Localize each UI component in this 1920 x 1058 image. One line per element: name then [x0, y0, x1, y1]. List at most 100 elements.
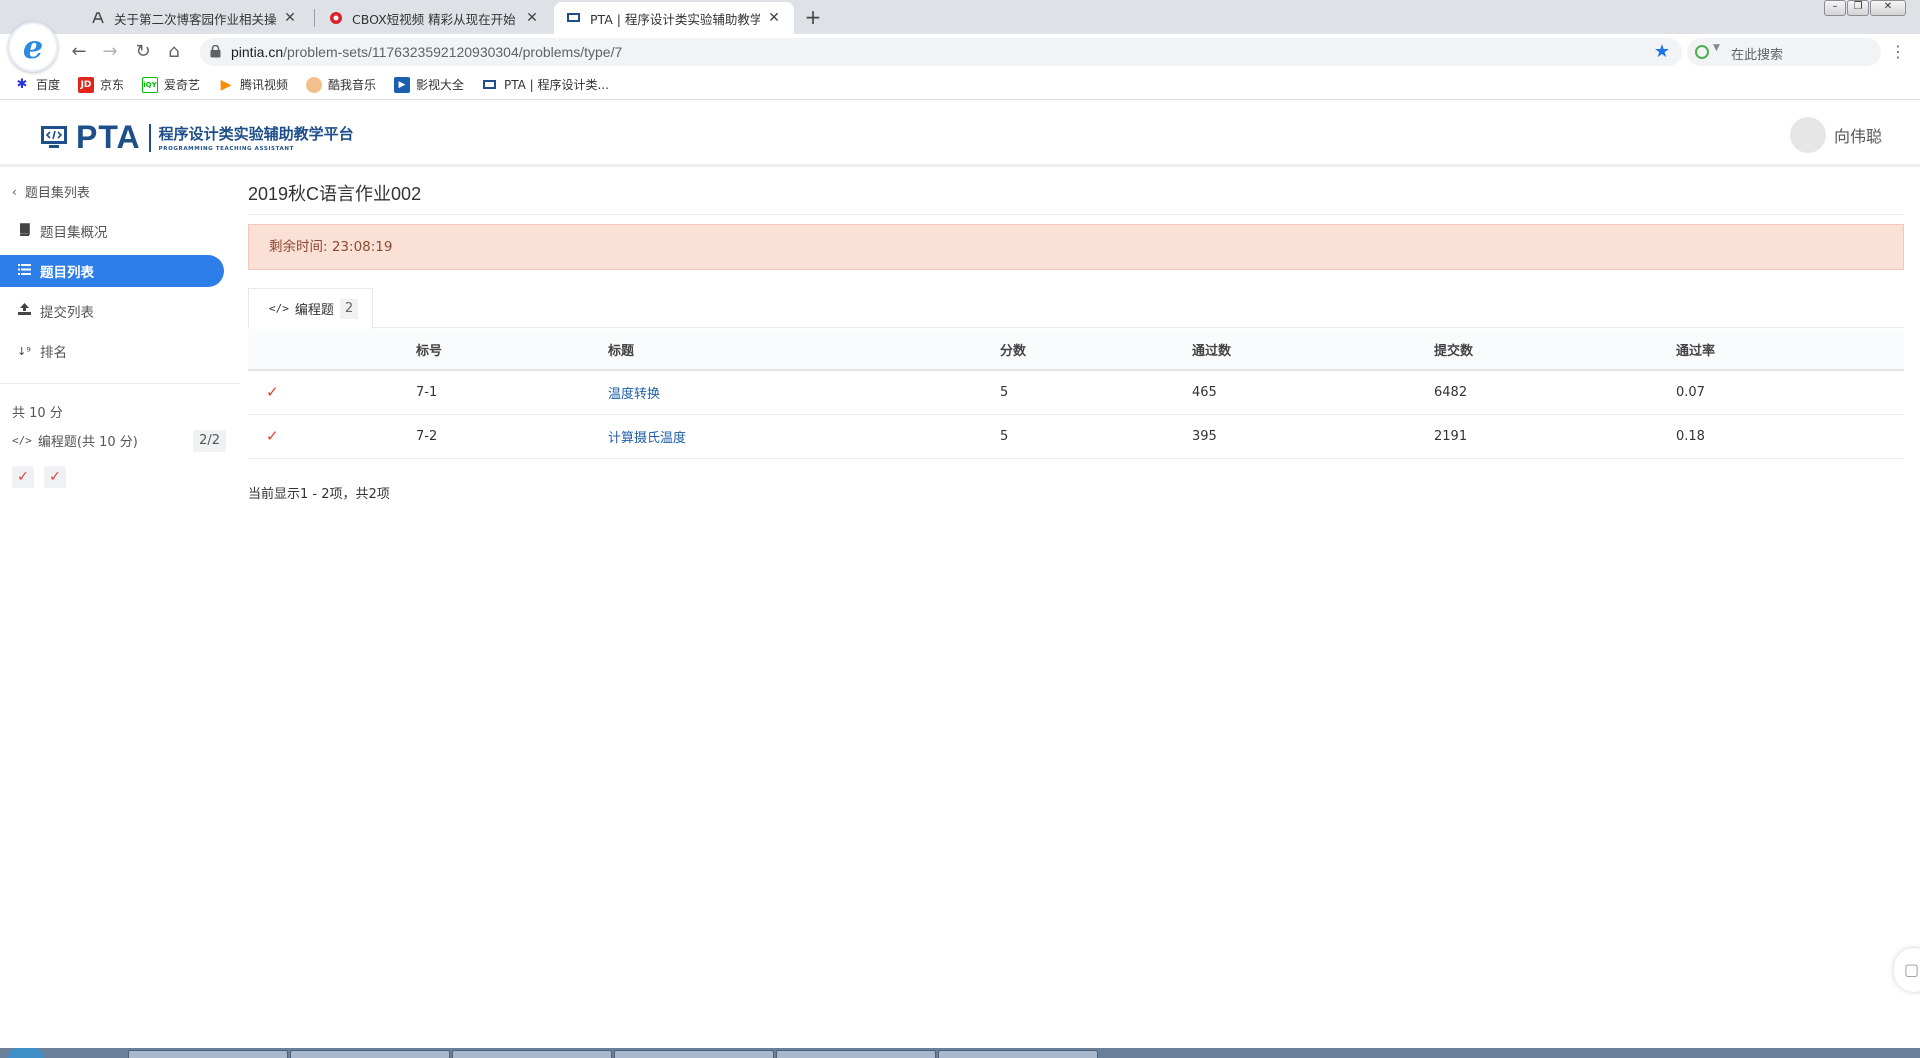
problem-status-7-2[interactable]: ✓	[44, 466, 66, 488]
table-header-row: 标号 标题 分数 通过数 提交数 通过率	[248, 329, 1904, 371]
list-icon	[16, 263, 32, 279]
sidebar-item-overview[interactable]: 题目集概况	[0, 215, 224, 247]
problem-id: 7-2	[416, 414, 608, 459]
tab-coding[interactable]: </> 编程题 2	[248, 288, 374, 329]
tab-close-icon[interactable]: ✕	[766, 10, 782, 26]
problem-type-tabs: </> 编程题 2	[248, 288, 1904, 329]
pta-logo[interactable]: PTA 程序设计类实验辅助教学平台 PROGRAMMING TEACHING A…	[40, 119, 354, 156]
bookmark-baidu[interactable]: ✱ 百度	[14, 76, 60, 93]
total-score: 共 10 分	[12, 406, 63, 421]
minimize-button[interactable]: –	[1824, 0, 1846, 16]
bookmark-kuwo[interactable]: 酷我音乐	[306, 76, 376, 93]
sidebar-item-label: 题目集概况	[40, 225, 108, 241]
tab-title: PTA | 程序设计类实验辅助教学平	[590, 11, 760, 27]
bookmark-tencent-video[interactable]: ▶ 腾讯视频	[218, 76, 288, 93]
close-window-button[interactable]: ✕	[1870, 0, 1906, 16]
url-path: /problem-sets/1176323592120930304/proble…	[283, 44, 623, 60]
avatar[interactable]	[1789, 117, 1826, 153]
search-box[interactable]: ▼ 在此搜索	[1687, 38, 1881, 66]
check-icon: ✓	[17, 469, 29, 485]
bookmark-star-icon[interactable]: ★	[1654, 41, 1670, 62]
problem-pass-rate: 0.07	[1676, 370, 1904, 415]
menu-icon[interactable]: ⋮	[1890, 42, 1906, 61]
problem-title-link[interactable]: 温度转换	[608, 387, 660, 402]
taskbar-button[interactable]	[290, 1050, 450, 1058]
browser-toolbar: ← → ↻ ⌂ pintia.cn/problem-sets/117632359…	[0, 34, 1920, 70]
problem-title-link[interactable]: 计算摄氏温度	[608, 431, 686, 446]
browser-tab-cbox[interactable]: CBOX短视频 精彩从现在开始 ✕	[316, 2, 552, 34]
check-icon: ✓	[49, 469, 61, 485]
sidebar-item-label: 提交列表	[40, 305, 94, 321]
table-row[interactable]: ✓ 7-1 温度转换 5 465 6482 0.07	[248, 370, 1904, 415]
tab-label: 编程题	[294, 303, 334, 318]
sidebar-item-submissions[interactable]: 提交列表	[0, 295, 224, 327]
chevron-down-icon[interactable]: ▼	[1713, 43, 1720, 53]
problem-passed: 395	[1192, 414, 1434, 459]
start-button[interactable]	[8, 1048, 44, 1058]
back-to-problem-sets-link[interactable]: ‹ 题目集列表	[12, 182, 90, 202]
taskbar-button[interactable]	[938, 1050, 1098, 1058]
sidebar: ‹ 题目集列表 题目集概况 题目列表 提交列表 ↓⁹ 排名 共 10 分 </>…	[0, 170, 240, 1030]
logo-divider	[148, 123, 151, 152]
bookmark-iqiyi[interactable]: iQY 爱奇艺	[142, 76, 200, 93]
upload-icon	[16, 303, 32, 319]
browser-logo-icon[interactable]: e	[8, 22, 58, 72]
chevron-left-icon: ‹	[12, 184, 17, 199]
lock-icon	[210, 45, 221, 58]
column-header[interactable]: 标题	[608, 329, 1000, 371]
problem-status-7-1[interactable]: ✓	[12, 466, 34, 488]
code-icon: </>	[269, 302, 289, 315]
sidebar-item-ranking[interactable]: ↓⁹ 排名	[0, 335, 224, 367]
back-label: 题目集列表	[24, 186, 90, 201]
bookmark-label: 酷我音乐	[328, 78, 377, 92]
back-icon[interactable]: ←	[67, 40, 91, 64]
home-icon[interactable]: ⌂	[162, 40, 186, 64]
sort-icon: ↓⁹	[17, 344, 31, 358]
tencent-video-icon: ▶	[220, 76, 232, 93]
blog-favicon-icon	[90, 10, 106, 26]
user-menu[interactable]: 向伟聪	[1789, 117, 1882, 153]
taskbar-button[interactable]	[452, 1050, 612, 1058]
browser-tab-pta[interactable]: PTA | 程序设计类实验辅助教学平 ✕	[554, 2, 794, 34]
tab-title: 关于第二次博客园作业相关操作	[114, 11, 276, 27]
reload-icon[interactable]: ↻	[131, 40, 155, 64]
bookmark-jd[interactable]: JD 京东	[78, 76, 124, 93]
taskbar-button[interactable]	[614, 1050, 774, 1058]
column-header[interactable]: 通过率	[1676, 329, 1904, 371]
search-engine-icon[interactable]	[1695, 45, 1709, 59]
bookmark-label: 腾讯视频	[240, 78, 289, 92]
column-header[interactable]: 分数	[1000, 329, 1192, 371]
page-title: 2019秋C语言作业002	[248, 184, 422, 204]
address-bar[interactable]: pintia.cn/problem-sets/11763235921209303…	[200, 38, 1682, 66]
taskbar-button[interactable]	[128, 1050, 288, 1058]
column-header[interactable]: 提交数	[1434, 329, 1676, 371]
column-header[interactable]: 通过数	[1192, 329, 1434, 371]
pta-logo-icon	[41, 125, 67, 148]
tab-close-icon[interactable]: ✕	[282, 10, 298, 26]
table-row[interactable]: ✓ 7-2 计算摄氏温度 5 395 2191 0.18	[248, 414, 1904, 459]
url-text: pintia.cn/problem-sets/11763235921209303…	[231, 44, 622, 60]
sidebar-item-problem-list[interactable]: 题目列表	[0, 255, 224, 287]
remaining-time-banner: 剩余时间: 23:08:19	[248, 224, 1904, 270]
username[interactable]: 向伟聪	[1834, 123, 1882, 147]
tab-close-icon[interactable]: ✕	[524, 10, 540, 26]
title-divider	[248, 214, 1904, 215]
restore-button[interactable]: ❐	[1847, 0, 1869, 16]
baidu-paw-icon: ✱	[16, 77, 28, 92]
new-tab-button[interactable]: +	[800, 5, 826, 31]
bookmark-label: PTA | 程序设计类...	[504, 78, 609, 92]
jd-icon: JD	[78, 76, 94, 93]
problem-submitted: 6482	[1434, 370, 1676, 415]
taskbar-button[interactable]	[776, 1050, 936, 1058]
tab-count-badge: 2	[339, 298, 359, 319]
column-header[interactable]: 标号	[416, 329, 608, 371]
bookmark-yingshi[interactable]: ▶ 影视大全	[394, 76, 464, 93]
search-input[interactable]: 在此搜索	[1731, 44, 1783, 63]
main-content: 2019秋C语言作业002 剩余时间: 23:08:19 </> 编程题 2 标…	[248, 170, 1904, 1030]
bookmark-pta[interactable]: PTA | 程序设计类...	[482, 76, 609, 93]
problem-type-count: 2/2	[193, 430, 226, 452]
forward-icon[interactable]: →	[98, 40, 122, 64]
problem-type-summary: </> 编程题(共 10 分) 2/2	[12, 430, 226, 452]
browser-tab-blog[interactable]: 关于第二次博客园作业相关操作 ✕	[78, 2, 310, 34]
problem-title-cell: 温度转换	[608, 370, 1000, 415]
